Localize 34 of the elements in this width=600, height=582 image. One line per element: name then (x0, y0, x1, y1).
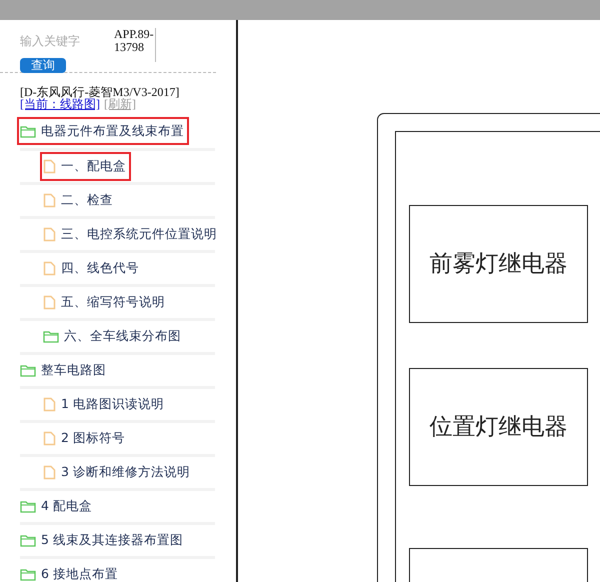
tree-item[interactable]: 4 配电盒 (39, 495, 94, 518)
document-icon (43, 159, 56, 174)
tree-item[interactable]: 电器元件布置及线束布置 (39, 120, 186, 142)
app-id: APP.89-13798 (114, 28, 156, 62)
tree-item[interactable]: 3 诊断和维修方法说明 (59, 461, 192, 484)
tree-item[interactable]: 一、配电盒 (59, 155, 128, 178)
tree-item[interactable]: 2 图标符号 (59, 427, 127, 450)
tree-item[interactable]: 三、电控系统元件位置说明 (59, 223, 219, 246)
current-view-link[interactable]: [当前：线路图] (20, 97, 100, 111)
tree-item[interactable]: 6 接地点布置 (39, 563, 120, 582)
tree-item[interactable]: 整车电路图 (39, 359, 108, 382)
tree-item[interactable]: 四、线色代号 (59, 257, 141, 280)
document-icon (43, 397, 56, 412)
folder-icon (20, 124, 36, 138)
folder-icon (43, 330, 59, 343)
folder-icon (20, 364, 36, 377)
relay-label: 前雾灯继电器 (430, 250, 568, 279)
document-icon (43, 193, 56, 208)
document-icon (43, 431, 56, 446)
tree-item[interactable]: 六、全车线束分布图 (62, 325, 183, 348)
tree-item[interactable]: 五、缩写符号说明 (59, 291, 167, 314)
relay-label: 位置灯继电器 (430, 412, 568, 442)
document-icon (43, 295, 56, 310)
tree-item[interactable]: 5 线束及其连接器布置图 (39, 529, 185, 552)
folder-icon (20, 568, 36, 581)
tree-item[interactable]: 1 电路图识读说明 (59, 393, 166, 416)
search-button[interactable]: 查询 (20, 58, 66, 72)
folder-icon (20, 534, 36, 547)
folder-icon (20, 500, 36, 513)
vehicle-title: [D-东风风行-菱智M3/V3-2017] (20, 86, 180, 98)
document-icon (43, 227, 56, 242)
document-icon (43, 261, 56, 276)
tree-item[interactable]: 二、检查 (59, 189, 115, 212)
document-icon (43, 465, 56, 480)
